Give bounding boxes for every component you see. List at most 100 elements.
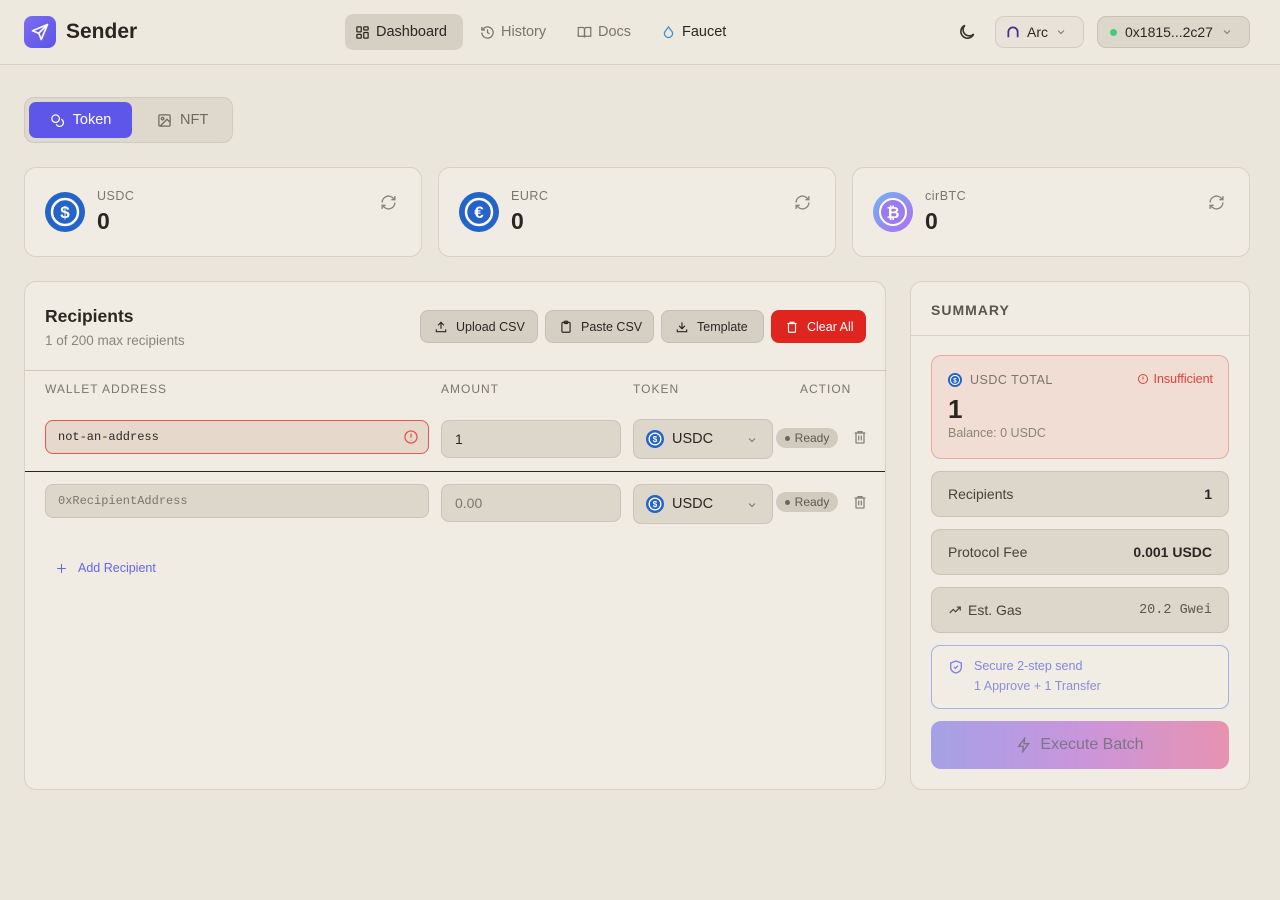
balance-text: Balance: 0 USDC	[948, 426, 1046, 440]
recipients-title: Recipients	[45, 306, 134, 326]
balance-card-cirbtc: ₿ cirBTC 0	[852, 167, 1250, 257]
plus-icon	[57, 563, 66, 573]
token-select[interactable]: $ USDC	[633, 419, 773, 459]
header-token: TOKEN	[633, 382, 680, 396]
moon-icon[interactable]	[957, 22, 977, 42]
tab-token-label: Token	[72, 112, 112, 128]
balance-amount: 0	[511, 208, 524, 234]
upload-csv-label: Upload CSV	[456, 319, 525, 334]
total-box: $ USDC TOTAL Insufficient 1 Balance: 0 U…	[931, 355, 1229, 459]
secure-title: Secure 2-step send	[974, 659, 1083, 673]
header-wallet-address: WALLET ADDRESS	[45, 382, 168, 396]
summary-title: SUMMARY	[931, 302, 1010, 318]
header-amount: AMOUNT	[441, 382, 499, 396]
chevron-down-icon	[1223, 30, 1231, 35]
chain-label: Arc	[1027, 24, 1048, 40]
status-dot	[784, 435, 790, 441]
protocol-fee-row: Protocol Fee 0.001 USDC	[931, 529, 1229, 575]
tab-nft[interactable]: NFT	[143, 102, 222, 138]
paste-csv-button[interactable]: Paste CSV	[545, 310, 654, 343]
total-label: USDC TOTAL	[970, 373, 1053, 387]
asset-type-tabs: Token NFT	[24, 97, 233, 143]
wallet-address-placeholder: 0xRecipientAddress	[58, 494, 188, 508]
history-icon	[481, 25, 494, 39]
tab-nft-label: NFT	[180, 112, 209, 128]
clear-all-button[interactable]: Clear All	[771, 310, 866, 343]
svg-text:$: $	[953, 377, 957, 384]
trash-icon[interactable]	[852, 429, 868, 445]
recipients-panel: Recipients 1 of 200 max recipients Uploa…	[24, 281, 887, 790]
gas-value: 20.2 Gwei	[1139, 602, 1212, 618]
wallet-address-value: not-an-address	[58, 430, 159, 444]
trash-icon[interactable]	[852, 494, 868, 510]
refresh-icon[interactable]	[1208, 194, 1225, 211]
add-recipient-label: Add Recipient	[78, 561, 156, 575]
nav-docs[interactable]: Docs	[567, 14, 641, 50]
nav-faucet-label: Faucet	[682, 24, 727, 40]
svg-text:$: $	[60, 203, 70, 222]
status-label: Ready	[794, 431, 830, 445]
nav-dashboard[interactable]: Dashboard	[345, 14, 463, 50]
tab-token[interactable]: Token	[29, 102, 132, 138]
execute-batch-button[interactable]: Execute Batch	[931, 721, 1229, 769]
wallet-selector[interactable]: 0x1815...2c27	[1097, 16, 1250, 48]
balance-symbol: USDC	[97, 189, 135, 203]
secure-send-notice: Secure 2-step send 1 Approve + 1 Transfe…	[931, 645, 1229, 709]
execute-batch-label: Execute Batch	[1040, 736, 1144, 753]
usdc-icon: $	[646, 495, 664, 513]
wallet-address-input[interactable]: not-an-address	[45, 420, 429, 454]
status-badge: Ready	[776, 492, 838, 512]
nav-dashboard-label: Dashboard	[376, 24, 447, 40]
droplet-icon	[663, 25, 674, 38]
coins-icon	[50, 113, 64, 127]
usdc-icon: $	[646, 430, 664, 448]
amount-input[interactable]: 0.00	[441, 484, 621, 522]
upload-icon	[435, 321, 447, 332]
protocol-fee-value: 0.001 USDC	[1133, 544, 1212, 560]
alert-circle-icon	[404, 430, 418, 444]
download-icon	[676, 321, 688, 332]
zap-icon	[1017, 737, 1031, 753]
amount-input[interactable]: 1	[441, 420, 621, 458]
svg-text:₿: ₿	[886, 204, 899, 222]
wallet-address: 0x1815...2c27	[1125, 24, 1213, 40]
template-label: Template	[697, 319, 748, 334]
app-name: Sender	[66, 20, 138, 43]
arc-icon	[1007, 26, 1019, 38]
usdc-icon: $	[45, 192, 85, 232]
nav-faucet[interactable]: Faucet	[651, 14, 736, 50]
secure-subtitle: 1 Approve + 1 Transfer	[974, 679, 1101, 693]
template-button[interactable]: Template	[661, 310, 764, 343]
nav-history[interactable]: History	[470, 14, 556, 50]
image-icon	[158, 113, 171, 127]
gas-label: Est. Gas	[968, 602, 1022, 618]
recipients-count-value: 1	[1204, 486, 1212, 502]
balance-card-eurc: € EURC 0	[438, 167, 836, 257]
nav-history-label: History	[501, 24, 547, 40]
refresh-icon[interactable]	[794, 194, 811, 211]
insufficient-badge: Insufficient	[1137, 372, 1213, 386]
trash-icon	[787, 321, 797, 333]
chain-selector[interactable]: Arc	[995, 16, 1084, 48]
token-select[interactable]: $ USDC	[633, 484, 773, 524]
balance-card-usdc: $ USDC 0	[24, 167, 422, 257]
status-badge: Ready	[776, 428, 838, 448]
book-icon	[577, 26, 592, 38]
summary-divider	[911, 335, 1249, 336]
add-recipient-button[interactable]: Add Recipient	[55, 561, 156, 575]
top-bar: Sender Dashboard History Docs Faucet Arc…	[0, 0, 1280, 65]
token-select-value: USDC	[672, 496, 714, 512]
upload-csv-button[interactable]: Upload CSV	[420, 310, 538, 343]
recipients-count-label: Recipients	[948, 486, 1014, 502]
refresh-icon[interactable]	[380, 194, 397, 211]
bitcoin-icon: ₿	[873, 192, 913, 232]
svg-text:$: $	[653, 435, 658, 444]
recipients-subtitle: 1 of 200 max recipients	[45, 333, 185, 348]
balance-amount: 0	[925, 208, 938, 234]
wallet-address-input[interactable]: 0xRecipientAddress	[45, 484, 429, 518]
app-logo[interactable]	[24, 16, 56, 48]
gas-row: Est. Gas 20.2 Gwei	[931, 587, 1229, 633]
total-value: 1	[948, 394, 963, 424]
header-action: ACTION	[800, 382, 852, 396]
token-select-value: USDC	[672, 431, 714, 447]
